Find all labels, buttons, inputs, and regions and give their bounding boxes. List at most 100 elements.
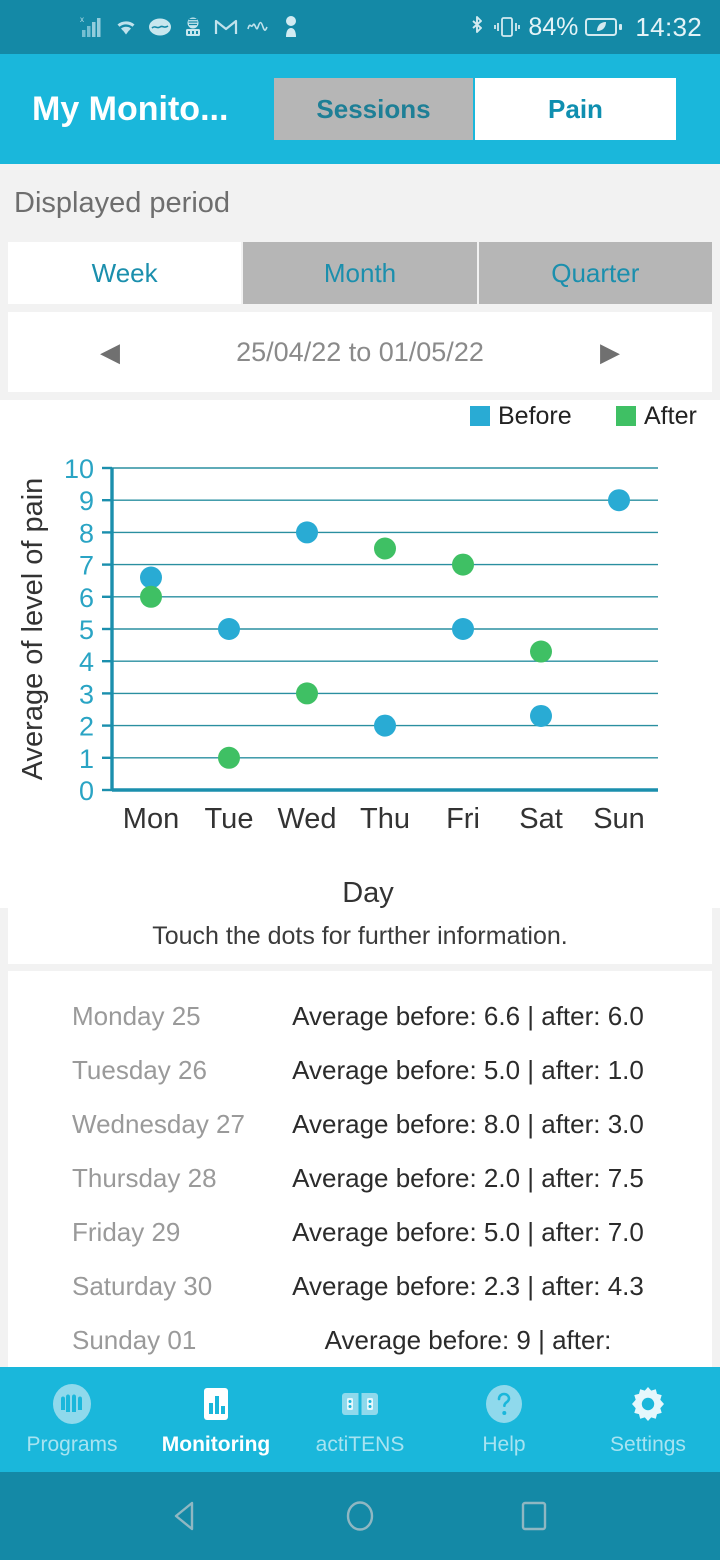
table-cell-average: Average before: 9 | after:	[324, 1324, 612, 1355]
table-cell-day: Sunday 01	[72, 1324, 197, 1355]
home-circle-icon[interactable]	[333, 1489, 387, 1543]
data-point[interactable]	[296, 521, 318, 544]
series-after[interactable]	[140, 537, 552, 769]
waveform-circle-icon	[50, 1382, 94, 1426]
nav-item-actitens[interactable]: actiTENS	[288, 1382, 432, 1457]
y-tick-label: 1	[79, 744, 94, 774]
table-cell-day: Thursday 28	[72, 1162, 217, 1193]
table-cell-average: Average before: 2.3 | after: 4.3	[292, 1270, 644, 1301]
table-cell-average: Average before: 5.0 | after: 1.0	[292, 1054, 644, 1085]
table-row[interactable]: Monday 25 Average before: 6.6 | after: 6.…	[8, 989, 712, 1043]
y-tick-label: 0	[79, 776, 94, 806]
y-tick-label: 10	[64, 454, 94, 484]
app-bar: My Monito... Sessions Pain	[0, 54, 720, 164]
bottom-navigation-bar: Programs Monitoring actiTENS Help Settin…	[0, 1367, 720, 1472]
displayed-period-label: Displayed period	[14, 186, 231, 219]
table-cell-day: Saturday 30	[72, 1270, 213, 1301]
previous-period-arrow-icon[interactable]: ◀	[70, 337, 150, 368]
tab-quarter[interactable]: Quarter	[478, 242, 712, 304]
nav-label-actitens: actiTENS	[315, 1433, 405, 1456]
data-point[interactable]	[296, 682, 318, 705]
series-before[interactable]	[140, 489, 630, 737]
data-point[interactable]	[608, 489, 630, 512]
table-row[interactable]: Thursday 28 Average before: 2.0 | after: …	[8, 1151, 712, 1205]
legend-swatch-after	[616, 406, 636, 426]
microphone-app-icon	[181, 15, 205, 39]
x-tick-label: Mon	[123, 803, 179, 835]
y-tick-label: 9	[79, 486, 94, 516]
table-cell-day: Wednesday 27	[72, 1108, 245, 1139]
table-row[interactable]: Saturday 30 Average before: 2.3 | after: …	[8, 1259, 712, 1313]
x-tick-label: Thu	[360, 803, 410, 835]
nav-label-settings: Settings	[610, 1433, 686, 1456]
top-tab-group: Sessions Pain	[274, 78, 676, 140]
recents-square-icon[interactable]	[507, 1489, 561, 1543]
y-tick-label: 8	[79, 518, 94, 548]
chart-hint-label: Touch the dots for further information.	[152, 921, 568, 950]
tab-month[interactable]: Month	[243, 242, 479, 304]
table-row[interactable]: Tuesday 26 Average before: 5.0 | after: 1…	[8, 1043, 712, 1097]
data-point[interactable]	[140, 585, 162, 608]
nav-item-settings[interactable]: Settings	[576, 1382, 720, 1457]
table-row[interactable]: Friday 29 Average before: 5.0 | after: 7.…	[8, 1205, 712, 1259]
y-tick-label: 7	[79, 551, 94, 581]
table-row[interactable]: Sunday 01 Average before: 9 | after:	[8, 1313, 712, 1367]
clock-label: 14:32	[635, 11, 702, 42]
data-point[interactable]	[530, 704, 552, 727]
table-cell-average: Average before: 8.0 | after: 3.0	[292, 1108, 644, 1139]
y-tick-label: 6	[79, 583, 94, 613]
eye-app-icon	[148, 15, 172, 39]
data-point[interactable]	[452, 553, 474, 576]
table-cell-average: Average before: 2.0 | after: 7.5	[292, 1162, 644, 1193]
pain-chart-svg[interactable]: Before After 012345678910 Average of level …	[0, 400, 720, 908]
y-tick-label: 2	[79, 712, 94, 742]
tab-sessions[interactable]: Sessions	[274, 78, 475, 140]
nav-label-help: Help	[482, 1433, 526, 1456]
x-axis-title: Day	[342, 877, 394, 908]
gmail-icon	[214, 15, 238, 39]
phone-screen: x 84% 14:32 My Monito... Sessions Pain D…	[0, 0, 720, 1560]
legend-swatch-before	[470, 406, 490, 426]
period-tab-group: Week Month Quarter	[8, 242, 712, 304]
table-cell-average: Average before: 5.0 | after: 7.0	[292, 1216, 644, 1247]
page-title: My Monito...	[32, 89, 229, 128]
y-tick-label: 4	[79, 647, 94, 677]
nav-label-monitoring: Monitoring	[161, 1433, 271, 1456]
data-point[interactable]	[218, 746, 240, 769]
pain-chart[interactable]: Before After 0 1 2 3 4 5 6 7 8 9 10 Average of level …	[0, 400, 720, 908]
vibrate-icon	[493, 14, 521, 40]
table-cell-day: Tuesday 26	[72, 1054, 207, 1085]
battery-percent-label: 84%	[528, 12, 579, 41]
next-period-arrow-icon[interactable]: ▶	[570, 337, 650, 368]
nav-item-help[interactable]: Help	[432, 1382, 576, 1457]
legend-label-before: Before	[498, 402, 572, 430]
nav-label-programs: Programs	[26, 1433, 118, 1456]
tab-week[interactable]: Week	[8, 242, 244, 304]
x-tick-label: Sun	[593, 803, 645, 835]
tab-pain[interactable]: Pain	[475, 78, 676, 140]
data-point[interactable]	[374, 714, 396, 737]
table-cell-average: Average before: 6.6 | after: 6.0	[292, 1000, 644, 1031]
displayed-period-header: Displayed period	[0, 164, 720, 242]
chart-legend: Before After	[470, 402, 697, 430]
y-tick-label: 5	[79, 615, 94, 645]
data-point[interactable]	[218, 618, 240, 640]
data-point[interactable]	[452, 618, 474, 640]
table-row[interactable]: Wednesday 27 Average before: 8.0 | after:…	[8, 1097, 712, 1151]
bluetooth-icon	[468, 14, 486, 40]
gear-icon	[626, 1382, 670, 1426]
wifi-icon	[113, 15, 139, 39]
data-point[interactable]	[374, 537, 396, 560]
status-bar: x 84% 14:32	[0, 0, 720, 54]
nav-item-programs[interactable]: Programs	[0, 1382, 144, 1457]
x-tick-label: Sat	[519, 803, 563, 835]
android-navigation-bar	[0, 1472, 720, 1560]
svg-text:x: x	[80, 15, 84, 24]
nav-item-monitoring[interactable]: Monitoring	[144, 1382, 288, 1457]
back-triangle-icon[interactable]	[159, 1489, 213, 1543]
daily-averages-table[interactable]: Monday 25 Average before: 6.6 | after: 6.…	[8, 971, 712, 1367]
y-tick-label: 3	[79, 679, 94, 709]
data-point[interactable]	[530, 640, 552, 663]
data-point[interactable]	[140, 566, 162, 589]
x-tick-label: Tue	[205, 803, 254, 835]
